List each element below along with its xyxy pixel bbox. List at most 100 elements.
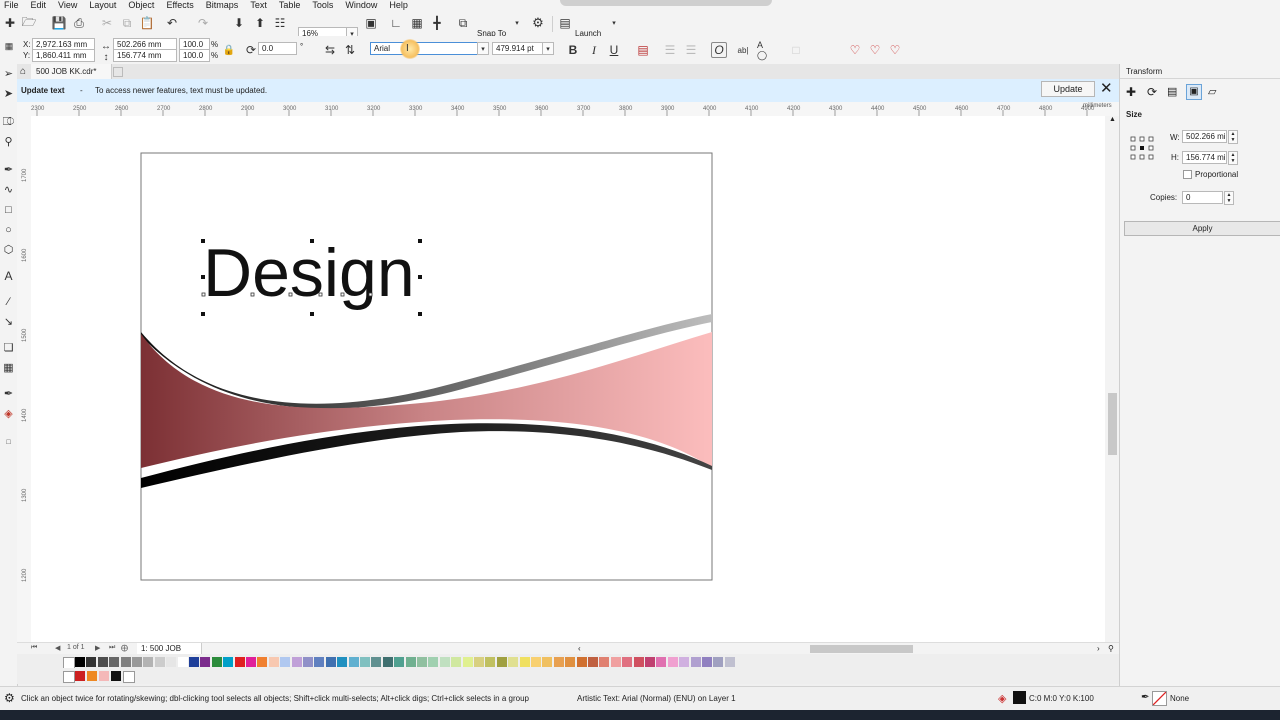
chevron-down-icon[interactable]: ▾ [607,16,621,30]
new-document-icon[interactable]: ✚ [3,16,17,30]
document-color-swatch[interactable] [99,671,109,681]
rotation-angle-field[interactable]: 0.0 [258,42,297,55]
dimension-tool-icon[interactable]: ∕ [2,296,15,309]
zoom-tool-icon[interactable]: ⚲ [2,136,15,149]
vertical-scroll-thumb[interactable] [1108,393,1117,455]
cut-icon[interactable]: ✂ [100,16,114,30]
mirror-horizontal-icon[interactable]: ⇆ [323,43,337,57]
color-swatch[interactable] [291,657,302,667]
horizontal-ruler[interactable]: 2300 2500 2600 2700 2800 2900 3000 3100 3200 3300… [17,102,1119,117]
color-swatch[interactable] [576,657,587,667]
color-swatch[interactable] [97,657,108,667]
show-rulers-icon[interactable]: ∟ [389,16,403,30]
page-tab[interactable]: 1: 500 JOB [137,643,202,654]
menu-text[interactable]: Text [250,0,267,11]
next-page-icon[interactable]: ▶ [95,644,100,652]
color-swatch[interactable] [382,657,393,667]
color-swatch[interactable] [405,657,416,667]
first-page-icon[interactable]: ⏮ [31,644,37,652]
color-swatch[interactable] [656,657,667,667]
add-page-icon[interactable]: ⨁ [121,644,128,652]
color-swatch[interactable] [189,657,199,667]
color-swatch[interactable] [109,657,120,667]
document-color-swatch[interactable] [87,671,97,681]
show-grid-icon[interactable]: ▦ [410,16,424,30]
color-swatch[interactable] [542,657,553,667]
prev-page-icon[interactable]: ◀ [55,644,60,652]
color-swatch[interactable] [439,657,450,667]
text-tool-icon[interactable]: A [2,270,15,283]
color-swatch[interactable] [211,657,222,667]
color-swatch[interactable] [303,657,313,667]
italic-button[interactable]: I [587,43,601,57]
font-size-field[interactable]: 479.914 pt [492,42,545,55]
color-swatch[interactable] [223,657,234,667]
color-swatch[interactable] [394,657,405,667]
color-swatch[interactable] [337,657,348,667]
edit-text-icon[interactable]: ab| [736,43,750,57]
color-swatch[interactable] [166,657,177,667]
design-text[interactable]: Design [203,235,415,311]
color-swatch[interactable] [553,657,564,667]
paste-icon[interactable]: 📋 [140,16,155,30]
color-swatch[interactable] [314,657,325,667]
color-swatch[interactable] [565,657,576,667]
convert-icon-2[interactable]: ♡ [868,43,882,57]
color-swatch[interactable] [724,657,735,667]
lock-ratio-icon[interactable]: 🔒 [222,43,236,57]
scroll-up-icon[interactable]: ▲ [1109,116,1116,123]
color-swatch[interactable] [519,657,530,667]
color-swatch[interactable] [268,657,279,667]
text-properties-icon[interactable]: O [711,42,727,58]
color-swatch[interactable] [246,657,256,667]
vertical-scrollbar[interactable]: ▲ [1105,116,1119,642]
document-color-swatch[interactable] [123,671,135,683]
menu-effects[interactable]: Effects [166,0,193,11]
proportional-checkbox[interactable] [1183,170,1192,179]
underline-button[interactable]: U [607,43,621,57]
document-color-swatch[interactable] [75,671,85,681]
horizontal-scroll-thumb[interactable] [810,645,913,653]
copies-spinner[interactable]: ▲ ▼ [1224,191,1234,205]
polygon-tool-icon[interactable]: ⬡ [2,244,15,257]
bullet-list-icon[interactable]: ☰ [663,43,677,57]
convert-icon-3[interactable]: ♡ [888,43,902,57]
color-swatch[interactable] [75,657,85,667]
show-guidelines-icon[interactable]: ╋ [430,16,444,30]
color-swatch[interactable] [508,657,519,667]
redo-icon[interactable]: ↷ [196,16,210,30]
color-swatch[interactable] [417,657,427,667]
skew-icon[interactable]: ▱ [1208,85,1216,98]
save-icon[interactable]: 💾 [52,16,67,30]
menu-window[interactable]: Window [345,0,377,11]
pick-tool-icon[interactable]: ➢ [2,68,15,81]
drawing-canvas[interactable]: Design [31,116,1105,642]
color-swatch[interactable] [280,657,291,667]
scroll-right-icon[interactable]: › [1097,644,1100,653]
color-swatch[interactable] [645,657,655,667]
color-swatch[interactable] [325,657,336,667]
text-align-icon[interactable]: ▤ [636,43,650,57]
menu-table[interactable]: Table [279,0,301,11]
scroll-left-icon[interactable]: ‹ [578,644,581,653]
menu-view[interactable]: View [58,0,77,11]
color-swatch[interactable] [132,657,142,667]
tab-close-icon[interactable] [113,67,123,77]
full-screen-icon[interactable]: ▣ [364,16,378,30]
color-swatch[interactable] [360,657,370,667]
color-swatch[interactable] [177,657,188,667]
color-swatch[interactable] [234,657,245,667]
publish-pdf-icon[interactable]: ☷ [273,16,287,30]
undo-icon[interactable]: ↶ [165,16,179,30]
copies-field[interactable]: 0 [1182,191,1223,204]
rotate-icon[interactable]: ⟳ [1147,85,1157,99]
vertical-text-icon[interactable]: □ [789,43,803,57]
menu-file[interactable]: File [4,0,19,11]
copy-icon[interactable]: ⧉ [120,16,134,30]
print-icon[interactable]: ⎙ [72,16,86,30]
color-swatch[interactable] [679,657,690,667]
shape-tool-icon[interactable]: ➤ [2,88,15,101]
outline-color-swatch[interactable] [1152,691,1167,706]
color-swatch[interactable] [474,657,484,667]
artistic-media-icon[interactable]: ∿ [2,184,15,197]
